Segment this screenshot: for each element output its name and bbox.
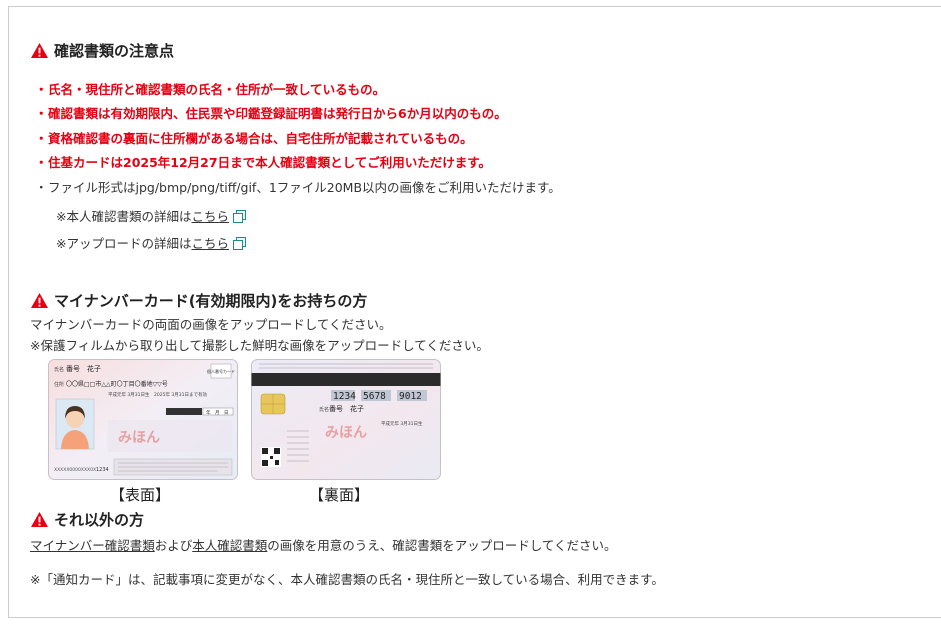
note-text: ※本人確認書類の詳細は — [56, 209, 192, 224]
other-instruction-mid: および — [154, 538, 193, 553]
front-name-label: 氏名 — [54, 366, 64, 373]
front-sample-mark: みほん — [118, 430, 160, 446]
other-instruction-tail: の画像を用意のうえ、確認書類をアップロードしてください。 — [267, 538, 617, 553]
back-sample-mark: みほん — [325, 425, 367, 441]
back-label: 【裏面】 — [309, 486, 370, 504]
warning-triangle-icon — [31, 511, 48, 528]
id-doc-link[interactable]: 本人確認書類 — [192, 538, 267, 553]
id-docs-detail-link[interactable]: こちら — [191, 206, 229, 225]
front-name-value: 番号 花子 — [66, 364, 101, 373]
front-expiry-label: 年 月 日 — [206, 409, 229, 416]
notification-card-footnote: ※「通知カード」は、記載事項に変更がなく、本人確認書類の氏名・現住所と一致してい… — [30, 572, 664, 587]
card-back-image: 1234 5678 9012 氏名 番号 花子 平成元年 3月31日生 みほん — [251, 359, 441, 480]
bullet-text: 氏名・現住所と確認書類の氏名・住所が一致しているもの。 — [48, 81, 386, 97]
warning-triangle-icon — [31, 292, 48, 309]
list-item: ・確認書類は有効期限内、住民票や印鑑登録証明書は発行日から6か月以内のもの。 — [30, 101, 561, 126]
back-number-1: 1234 — [333, 391, 356, 402]
mynumber-film-note: ※保護フィルムから取り出して撮影した鮮明な画像をアップロードしてください。 — [30, 338, 489, 353]
note-text: ※アップロードの詳細は — [56, 236, 192, 251]
section-other-heading: それ以外の方 — [30, 509, 144, 530]
back-name-label: 氏名 — [319, 406, 329, 413]
other-instruction: マイナンバー確認書類および本人確認書類の画像を用意のうえ、確認書類をアップロード… — [30, 535, 617, 554]
notes-list: ・氏名・現住所と確認書類の氏名・住所が一致しているもの。 ・確認書類は有効期限内… — [30, 76, 561, 199]
list-item: ・資格確認書の裏面に住所欄がある場合は、自宅住所が記載されているもの。 — [30, 125, 561, 150]
back-birth: 平成元年 3月31日生 — [381, 420, 423, 427]
bullet-mark: ・ — [35, 155, 48, 171]
list-item: ・ファイル形式はjpg/bmp/png/tiff/gif、1ファイル20MB以内… — [30, 174, 561, 199]
front-serial: XXXXX0000XXX0X — [54, 467, 96, 473]
bullet-text: 住基カードは2025年12月27日まで本人確認書類としてご利用いただけます。 — [48, 155, 491, 171]
back-name-value: 番号 花子 — [329, 404, 364, 413]
bullet-text: 確認書類は有効期限内、住民票や印鑑登録証明書は発行日から6か月以内のもの。 — [48, 106, 507, 122]
bullet-text: ファイル形式はjpg/bmp/png/tiff/gif、1ファイル20MB以内の… — [48, 179, 561, 195]
bullet-text: 資格確認書の裏面に住所欄がある場合は、自宅住所が記載されているもの。 — [48, 130, 473, 146]
id-docs-detail-note: ※本人確認書類の詳細は こちら — [56, 206, 246, 225]
front-validity: 平成元年 3月31日生 2025年 3月31日まで有効 — [108, 391, 207, 398]
upload-detail-note: ※アップロードの詳細は こちら — [56, 233, 246, 252]
external-link-icon[interactable] — [233, 236, 246, 250]
section-mynumber-heading: マイナンバーカード(有効期限内)をお持ちの方 — [30, 290, 367, 311]
bullet-mark: ・ — [35, 81, 48, 97]
front-label: 【表面】 — [110, 486, 171, 504]
section-notes-title: 確認書類の注意点 — [54, 42, 175, 60]
front-badge: 個人番号カード — [207, 368, 235, 374]
bullet-mark: ・ — [35, 179, 48, 195]
list-item: ・氏名・現住所と確認書類の氏名・住所が一致しているもの。 — [30, 76, 561, 101]
mynumber-doc-link[interactable]: マイナンバー確認書類 — [30, 538, 155, 553]
upload-detail-link[interactable]: こちら — [191, 233, 229, 252]
section-other-title: それ以外の方 — [54, 511, 145, 529]
front-address-value: 〇〇県□□市△△町〇丁目〇番地▽▽号 — [66, 380, 168, 388]
back-number-2: 5678 — [363, 391, 386, 402]
card-front-image: 氏名 番号 花子 住所 〇〇県□□市△△町〇丁目〇番地▽▽号 個人番号カード 平… — [48, 359, 238, 480]
external-link-icon[interactable] — [233, 209, 246, 223]
warning-triangle-icon — [31, 42, 48, 59]
back-number-3: 9012 — [399, 391, 422, 402]
bullet-mark: ・ — [35, 106, 48, 122]
section-mynumber-title: マイナンバーカード(有効期限内)をお持ちの方 — [54, 292, 368, 310]
section-notes-heading: 確認書類の注意点 — [30, 40, 174, 61]
list-item: ・住基カードは2025年12月27日まで本人確認書類としてご利用いただけます。 — [30, 150, 561, 175]
front-code: 1234 — [96, 467, 109, 473]
bullet-mark: ・ — [35, 130, 48, 146]
mynumber-instruction: マイナンバーカードの両面の画像をアップロードしてください。 — [30, 317, 392, 332]
front-address-label: 住所 — [54, 381, 64, 388]
